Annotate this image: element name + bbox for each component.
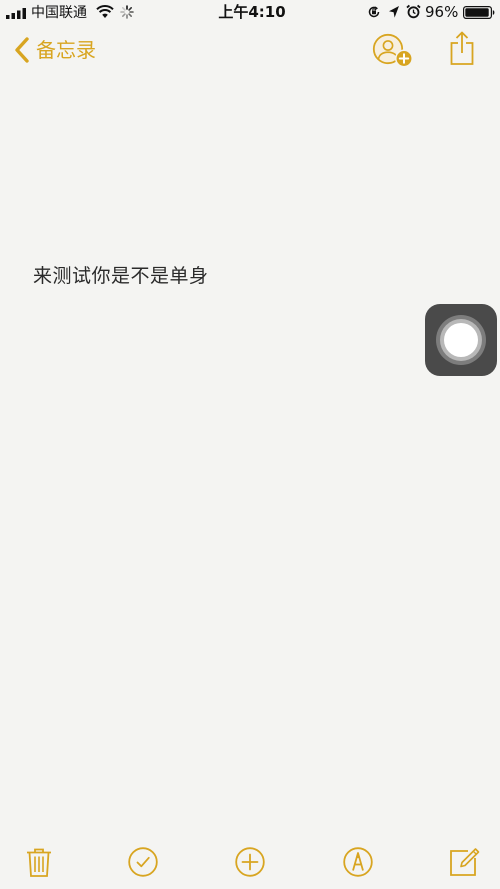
notes-screen: 中国联通 上午4:10 96% 备忘录 来测试你是不是单身: [0, 0, 500, 889]
back-button[interactable]: 备忘录: [14, 34, 96, 66]
orientation-lock-icon: [368, 6, 380, 18]
signal-bars-icon: [6, 8, 26, 19]
status-time: 上午4:10: [218, 3, 286, 21]
add-people-icon[interactable]: [372, 33, 414, 69]
bottom-toolbar: [0, 840, 500, 884]
assistive-touch-icon[interactable]: [425, 304, 497, 376]
assistive-touch-core: [444, 323, 478, 357]
markup-icon[interactable]: [342, 846, 374, 878]
add-icon[interactable]: [234, 846, 266, 878]
share-icon[interactable]: [449, 30, 475, 66]
activity-spinner-icon: [120, 5, 134, 19]
checklist-icon[interactable]: [127, 846, 159, 878]
location-arrow-icon: [389, 6, 399, 18]
battery-icon: [463, 6, 495, 19]
note-body[interactable]: 来测试你是不是单身: [33, 263, 209, 289]
compose-icon[interactable]: [448, 846, 480, 878]
battery-percent: 96%: [425, 3, 459, 21]
chevron-left-icon: [15, 37, 29, 63]
carrier-name: 中国联通: [31, 5, 87, 21]
trash-icon[interactable]: [23, 846, 55, 878]
back-label: 备忘录: [36, 38, 96, 62]
status-bar: 中国联通 上午4:10 96%: [0, 0, 500, 26]
wifi-icon: [96, 5, 114, 18]
alarm-clock-icon: [406, 4, 421, 19]
